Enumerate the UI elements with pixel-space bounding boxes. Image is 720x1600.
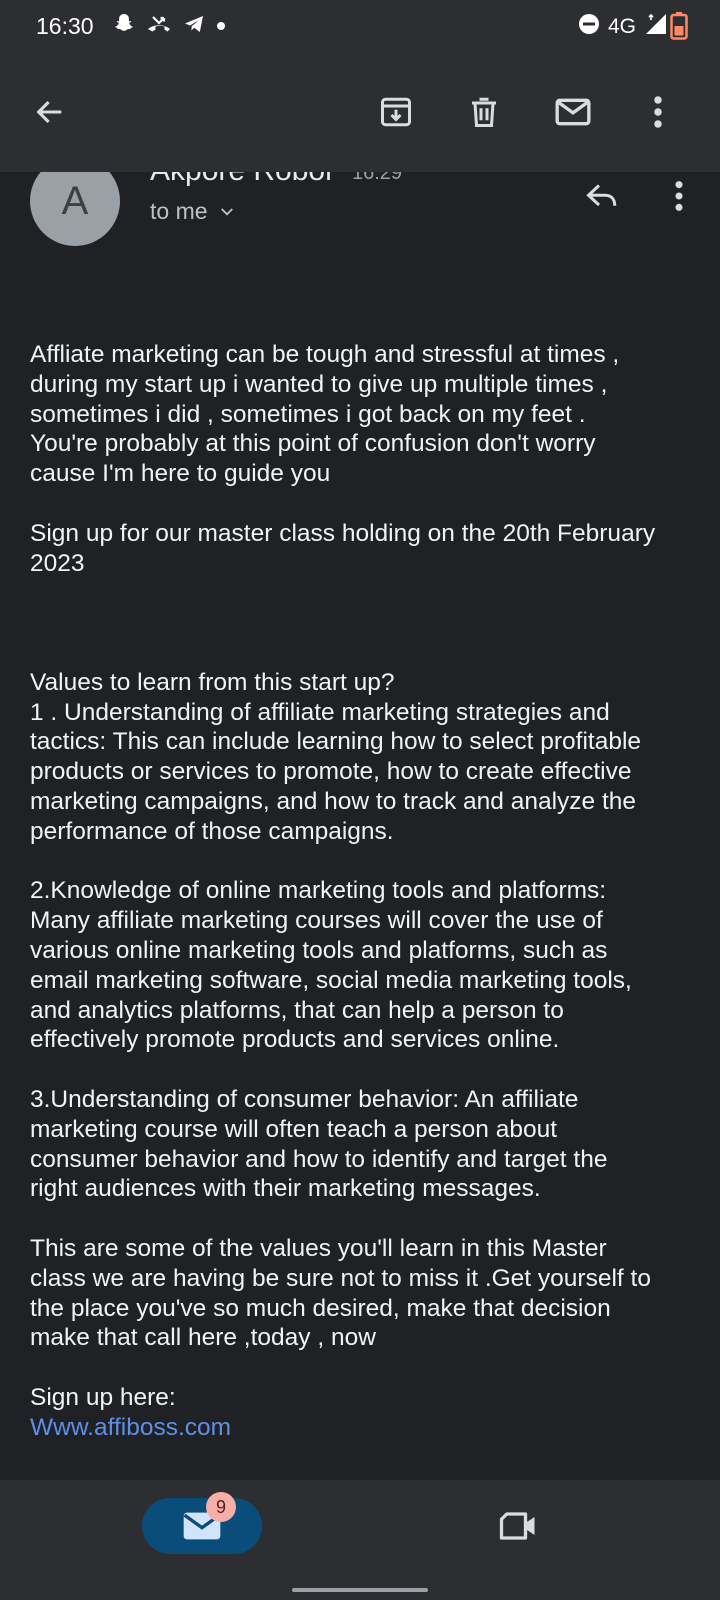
body-paragraph-closing: This are some of the values you'll learn… bbox=[30, 1234, 651, 1352]
sender-header: A Akpore Robor 16:29 to me bbox=[0, 172, 720, 262]
body-paragraph-signup-here: Sign up here: bbox=[30, 1383, 176, 1411]
archive-icon bbox=[381, 97, 411, 127]
body-paragraph-intro: Affliate marketing can be tough and stre… bbox=[30, 341, 620, 488]
message-more-button[interactable] bbox=[655, 172, 703, 220]
recipient-details-toggle[interactable]: to me bbox=[150, 198, 236, 225]
meet-tab[interactable] bbox=[494, 1502, 542, 1550]
message-time: 16:29 bbox=[352, 172, 403, 184]
back-button[interactable] bbox=[26, 88, 74, 136]
body-paragraph-signup: Sign up for our master class holding on … bbox=[30, 519, 656, 577]
status-time: 16:30 bbox=[36, 13, 94, 39]
sender-name[interactable]: Akpore Robor bbox=[150, 172, 335, 188]
video-icon bbox=[499, 1512, 535, 1540]
avatar[interactable]: A bbox=[30, 172, 120, 246]
network-label: 4G bbox=[607, 15, 636, 38]
recipient-label: to me bbox=[150, 198, 208, 224]
unread-count-badge: 9 bbox=[206, 1492, 236, 1522]
home-indicator[interactable] bbox=[292, 1588, 428, 1592]
mail-tab[interactable] bbox=[142, 1498, 262, 1554]
missed-call-icon bbox=[146, 12, 172, 41]
body-paragraph-behavior: 3.Understanding of consumer behavior: An… bbox=[30, 1085, 608, 1203]
toolbar bbox=[0, 52, 720, 172]
telegram-icon bbox=[182, 12, 206, 41]
status-right: 4G bbox=[578, 12, 668, 42]
archive-button[interactable] bbox=[372, 88, 420, 136]
bottom-nav: 9 bbox=[0, 1480, 720, 1600]
mark-unread-button[interactable] bbox=[549, 88, 597, 136]
mark-unread-icon bbox=[555, 98, 591, 126]
delete-button[interactable] bbox=[460, 88, 508, 136]
dot-icon bbox=[216, 18, 226, 36]
more-vert-icon bbox=[675, 181, 683, 211]
body-paragraph-tools: 2.Knowledge of online marketing tools an… bbox=[30, 877, 632, 1054]
more-vert-icon bbox=[654, 96, 662, 128]
notification-icons bbox=[112, 12, 226, 41]
email-body: Affliate marketing can be tough and stre… bbox=[30, 340, 700, 1442]
reply-button[interactable] bbox=[578, 172, 626, 220]
delete-icon bbox=[472, 97, 496, 127]
website-link[interactable]: Www.affiboss.com bbox=[30, 1413, 700, 1443]
reply-icon bbox=[586, 184, 617, 207]
dnd-icon bbox=[578, 13, 600, 41]
body-paragraph-values: Values to learn from this start up? 1 . … bbox=[30, 668, 642, 845]
signal-icon bbox=[644, 12, 668, 42]
status-bar: 16:30 4G bbox=[0, 0, 720, 52]
chevron-down-icon bbox=[220, 207, 233, 216]
battery-icon bbox=[670, 12, 688, 45]
back-arrow-icon bbox=[36, 100, 62, 124]
more-options-button[interactable] bbox=[634, 88, 682, 136]
snapchat-icon bbox=[112, 12, 136, 41]
